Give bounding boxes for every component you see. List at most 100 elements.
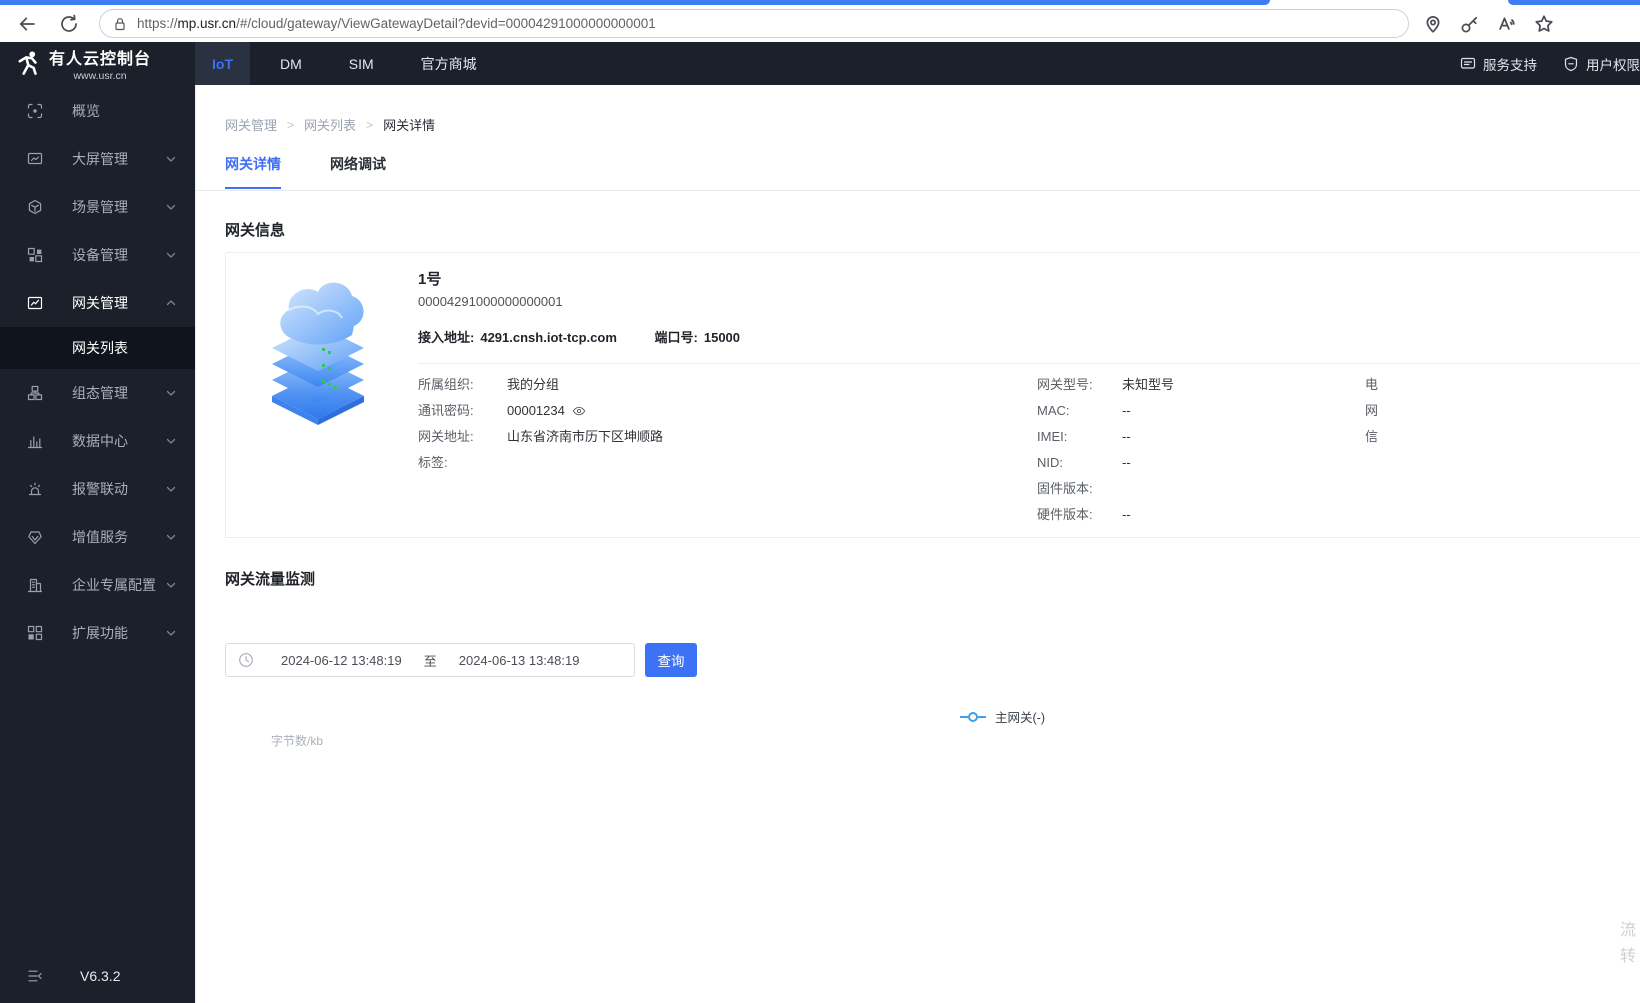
gateway-access-row: 接入地址: 4291.cnsh.iot-tcp.com 端口号: 15000 [418, 327, 740, 346]
legend-line-marker-icon [960, 711, 986, 722]
sidebar-item-alarm[interactable]: 报警联动 [0, 465, 195, 513]
app-logo[interactable]: 有人云控制台 www.usr.cn [0, 42, 195, 85]
sidebar-item-bigscreen[interactable]: 大屏管理 [0, 135, 195, 183]
sidebar-item-overview[interactable]: 概览 [0, 87, 195, 135]
sidebar-item-scada[interactable]: 组态管理 [0, 369, 195, 417]
breadcrumb-current: 网关详情 [383, 118, 436, 133]
browser-actions [1423, 14, 1554, 34]
top-tab-dm[interactable]: DM [263, 42, 319, 85]
legend-label: 主网关(-) [995, 711, 1045, 725]
chevron-down-icon [166, 252, 176, 258]
field-row-hardware: 硬件版本: -- [1037, 507, 1131, 522]
alarm-icon [27, 481, 43, 497]
lock-icon[interactable] [112, 16, 128, 32]
breadcrumb: 网关管理 > 网关列表 > 网关详情 [225, 115, 435, 134]
sidebar-item-gateway[interactable]: 网关管理 [0, 279, 195, 327]
chevron-down-icon [166, 204, 176, 210]
access-address-label: 接入地址: [418, 330, 475, 345]
eye-icon[interactable] [572, 404, 586, 418]
breadcrumb-gateway-mgmt[interactable]: 网关管理 [225, 115, 277, 134]
browser-refresh-icon[interactable] [57, 12, 81, 36]
chart-y-axis-label: 字节数/kb [271, 734, 324, 748]
tab-gateway-detail[interactable]: 网关详情 [225, 154, 281, 189]
chevron-down-icon [166, 156, 176, 162]
clock-icon [238, 652, 254, 668]
chevron-down-icon [166, 438, 176, 444]
password-key-icon[interactable] [1460, 14, 1480, 34]
browser-toolbar: https://mp.usr.cn/#/cloud/gateway/ViewGa… [0, 5, 1640, 42]
top-nav-right: 服务支持 用户权限 [1460, 42, 1640, 85]
service-support-button[interactable]: 服务支持 [1460, 54, 1537, 74]
query-button[interactable]: 查询 [645, 643, 697, 677]
sidebar-item-vas[interactable]: 增值服务 [0, 513, 195, 561]
field-row-org: 所属组织: 我的分组 [418, 377, 560, 392]
browser-back-icon[interactable] [15, 12, 39, 36]
chevron-down-icon [166, 582, 176, 588]
usr-person-logo-icon [17, 50, 41, 78]
sidebar: 概览 大屏管理 场景管理 设备管理 网关管理 网关列表 组态管理 数据中心 报警… [0, 85, 195, 1003]
screen-icon [27, 151, 43, 167]
traffic-query-row: 2024-06-12 13:48:19 至 2024-06-13 13:48:1… [225, 643, 697, 677]
chat-icon [1460, 57, 1476, 69]
app-title: 有人云控制台 [49, 51, 152, 68]
card-divider [418, 363, 1640, 364]
access-address-value: 4291.cnsh.iot-tcp.com [480, 330, 617, 345]
field-row-password: 通讯密码: 00001234 [418, 398, 1037, 424]
read-aloud-icon[interactable] [1497, 14, 1517, 34]
detail-tabs: 网关详情 网络调试 [225, 154, 435, 189]
field-row-firmware: 固件版本: [1037, 481, 1093, 496]
gateway-cloud-illustration [266, 277, 370, 431]
overview-icon [27, 103, 43, 119]
chevron-down-icon [166, 630, 176, 636]
date-from-value[interactable]: 2024-06-12 13:48:19 [281, 653, 402, 668]
floating-clipped-text: 流 [1620, 922, 1637, 939]
app-top-nav: 有人云控制台 www.usr.cn IoT DM SIM 官方商城 服务支持 用… [0, 42, 1640, 85]
top-tab-mall[interactable]: 官方商城 [404, 42, 494, 85]
floating-clipped-text: 转 [1620, 948, 1637, 965]
gateway-fields-left: 所属组织: 我的分组 通讯密码: 00001234 网关地址: 山东省济南市历下… [418, 372, 1037, 528]
chevron-down-icon [166, 390, 176, 396]
section-title-gateway-info: 网关信息 [225, 222, 286, 239]
chevron-down-icon [166, 534, 176, 540]
location-icon[interactable] [1423, 14, 1443, 34]
sidebar-item-device[interactable]: 设备管理 [0, 231, 195, 279]
breadcrumb-separator: > [366, 117, 374, 132]
sidebar-item-extension[interactable]: 扩展功能 [0, 609, 195, 657]
address-bar[interactable]: https://mp.usr.cn/#/cloud/gateway/ViewGa… [99, 9, 1409, 38]
sidebar-subitem-gateway-list[interactable]: 网关列表 [0, 327, 195, 369]
sidebar-item-datacenter[interactable]: 数据中心 [0, 417, 195, 465]
field-row-nid: NID: -- [1037, 455, 1131, 470]
user-rights-button[interactable]: 用户权限 [1563, 54, 1640, 74]
sidebar-item-scene[interactable]: 场景管理 [0, 183, 195, 231]
field-row-mac: MAC: -- [1037, 403, 1131, 418]
date-range-input[interactable]: 2024-06-12 13:48:19 至 2024-06-13 13:48:1… [225, 643, 635, 677]
chevron-up-icon [166, 300, 176, 306]
scene-icon [27, 199, 43, 215]
top-tab-sim[interactable]: SIM [332, 42, 391, 85]
tabs-divider [196, 190, 1640, 191]
port-label: 端口号: [654, 330, 698, 345]
chart-legend[interactable]: 主网关(-) [959, 707, 1045, 726]
shield-icon [1564, 56, 1578, 71]
top-nav-tabs: IoT DM SIM 官方商城 [195, 42, 494, 85]
gem-icon [27, 529, 43, 545]
gateway-info-card: 1号 00004291000000000001 接入地址: 4291.cnsh.i… [225, 252, 1640, 538]
gateway-device-id: 00004291000000000001 [418, 294, 563, 309]
device-icon [27, 247, 43, 263]
gateway-name: 1号 [418, 271, 442, 288]
tab-network-debug[interactable]: 网络调试 [330, 154, 386, 189]
favorite-star-icon[interactable] [1534, 14, 1554, 34]
version-label: V6.3.2 [80, 968, 121, 984]
gateway-icon [27, 295, 43, 311]
chevron-down-icon [166, 486, 176, 492]
breadcrumb-gateway-list[interactable]: 网关列表 [304, 115, 356, 134]
gateway-fields-clipped: 电 网 信 [1365, 377, 1379, 444]
grid-icon [27, 625, 43, 641]
app-subtitle: www.usr.cn [73, 70, 127, 82]
breadcrumb-separator: > [287, 117, 295, 132]
url-text: https://mp.usr.cn/#/cloud/gateway/ViewGa… [137, 16, 656, 31]
top-tab-iot[interactable]: IoT [195, 42, 250, 85]
date-to-value[interactable]: 2024-06-13 13:48:19 [459, 653, 580, 668]
sidebar-collapse-icon[interactable] [27, 968, 43, 984]
sidebar-item-enterprise[interactable]: 企业专属配置 [0, 561, 195, 609]
